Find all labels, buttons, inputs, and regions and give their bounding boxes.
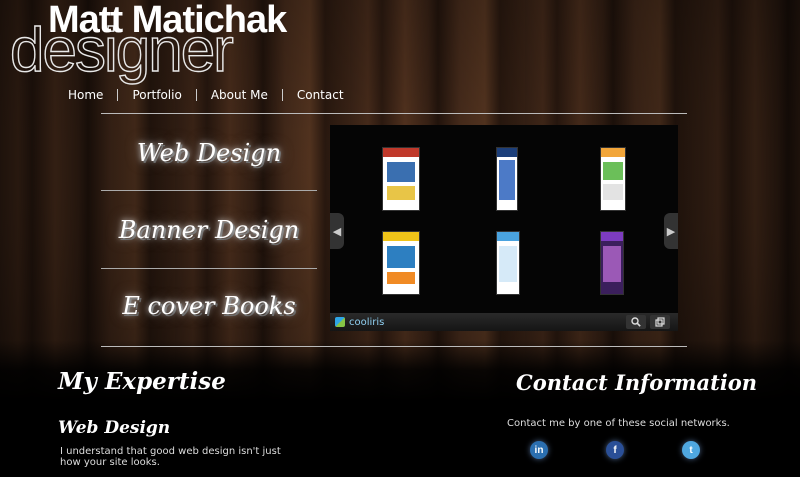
logo-name[interactable]: Matt Matichak (48, 0, 287, 40)
sidebar-divider (101, 190, 317, 191)
nav-divider (281, 89, 283, 101)
gallery-thumbnail[interactable] (382, 147, 420, 211)
sidebar-item-label: Banner Design (118, 216, 300, 244)
twitter-icon[interactable]: t (682, 441, 700, 459)
sidebar-item-label: Web Design (136, 139, 282, 167)
cooliris-label[interactable]: cooliris (349, 317, 384, 328)
gallery-thumbnail[interactable] (600, 231, 624, 295)
nav-contact[interactable]: Contact (289, 88, 352, 102)
gallery-thumbnail[interactable] (496, 147, 518, 211)
main-nav: Home Portfolio About Me Contact (60, 86, 352, 104)
expertise-text-line-1: I understand that good web design isn't … (60, 446, 281, 457)
bottom-divider (101, 346, 687, 347)
gallery-thumbnail[interactable] (496, 231, 520, 295)
fullscreen-icon (655, 317, 665, 327)
expertise-subheading: Web Design (58, 418, 171, 438)
linkedin-icon[interactable]: in (530, 441, 548, 459)
cooliris-gallery: ◀ ▶ cooliris (330, 125, 678, 331)
nav-portfolio[interactable]: Portfolio (124, 88, 189, 102)
gallery-thumbnail[interactable] (600, 147, 626, 211)
nav-about-me[interactable]: About Me (203, 88, 276, 102)
facebook-icon[interactable]: f (606, 441, 624, 459)
sidebar-ecover-books[interactable]: E cover Books (101, 268, 317, 344)
gallery-next-button[interactable]: ▶ (664, 213, 678, 249)
cooliris-logo-icon (335, 317, 345, 327)
sidebar-banner-design[interactable]: Banner Design (101, 192, 317, 268)
search-icon (631, 317, 641, 327)
expertise-heading: My Expertise (58, 368, 226, 395)
gallery-toolbar: cooliris (330, 313, 678, 331)
gallery-search-button[interactable] (626, 315, 646, 329)
nav-home[interactable]: Home (60, 88, 111, 102)
gallery-fullscreen-button[interactable] (650, 315, 670, 329)
chevron-left-icon: ◀ (332, 224, 342, 238)
nav-divider (195, 89, 197, 101)
contact-heading: Contact Information (516, 370, 758, 395)
contact-text: Contact me by one of these social networ… (507, 418, 730, 429)
nav-divider (117, 89, 119, 101)
chevron-right-icon: ▶ (666, 224, 676, 238)
sidebar-web-design[interactable]: Web Design (101, 115, 317, 191)
gallery-prev-button[interactable]: ◀ (330, 213, 344, 249)
top-divider (101, 113, 687, 114)
gallery-thumbnail[interactable] (382, 231, 420, 295)
sidebar-item-label: E cover Books (122, 292, 296, 320)
expertise-text-line-2: how your site looks. (60, 457, 160, 468)
